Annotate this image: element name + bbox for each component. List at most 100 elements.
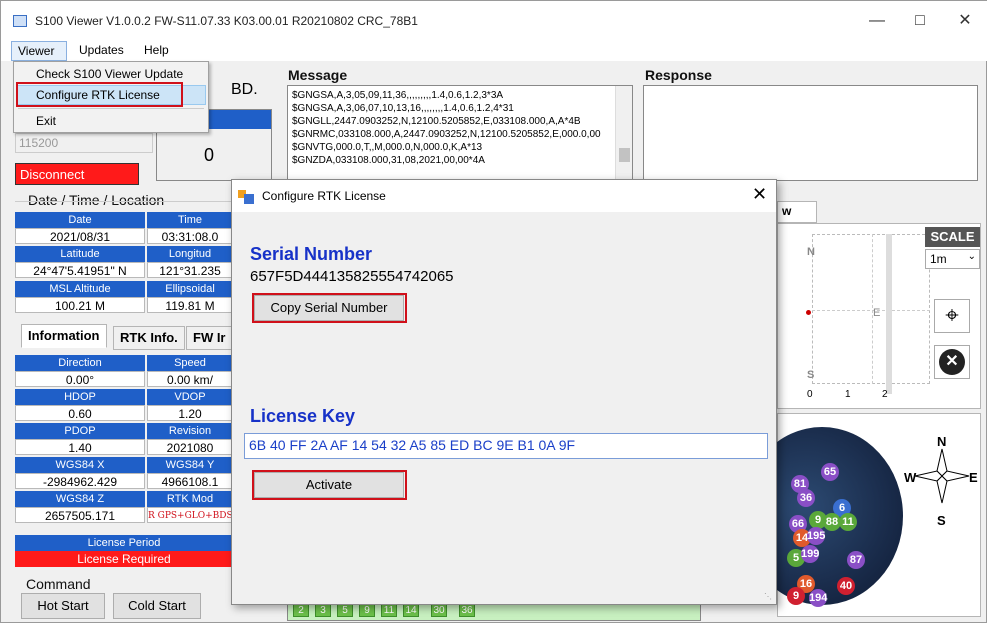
vdop-value: 1.20: [147, 405, 233, 421]
hdop-value: 0.60: [15, 405, 145, 421]
hot-start-button[interactable]: Hot Start: [21, 593, 105, 619]
main-window: S100 Viewer V1.0.0.2 FW-S11.07.33 K03.00…: [0, 0, 987, 623]
highlight-box: [16, 82, 183, 107]
close-button[interactable]: ✕: [951, 9, 979, 33]
wgs84-z-value: 2657505.171: [15, 507, 145, 523]
minimize-button[interactable]: —: [863, 9, 891, 33]
view-tab[interactable]: w: [777, 201, 817, 223]
baud-select[interactable]: 115200: [15, 133, 153, 153]
vdop-header: VDOP: [147, 389, 233, 405]
satellite-chip: 30: [431, 603, 447, 617]
dialog-title: Configure RTK License: [262, 189, 386, 203]
wgs84-z-header: WGS84 Z: [15, 491, 145, 507]
wgs84-x-value: -2984962.429: [15, 473, 145, 489]
latitude-value: 24°47'5.41951" N: [15, 262, 145, 278]
satellite-marker: 36: [797, 489, 815, 507]
plot-e-label: E: [873, 307, 881, 319]
time-header: Time: [147, 212, 233, 228]
pdop-value: 1.40: [15, 439, 145, 455]
satellite-marker: 40: [837, 577, 855, 595]
serial-number-value: 657F5D444135825554742065: [250, 268, 454, 285]
satellite-marker: 9: [787, 587, 805, 605]
disconnect-button[interactable]: Disconnect: [15, 163, 139, 185]
chevron-down-icon: ⌄: [967, 251, 976, 262]
longitude-value: 121°31.235: [147, 262, 233, 278]
revision-header: Revision: [147, 423, 233, 439]
license-key-input[interactable]: 6B 40 FF 2A AF 14 54 32 A5 85 ED BC 9E B…: [244, 433, 768, 459]
message-line: $GNZDA,033108.000,31,08,2021,00,00*4A: [292, 155, 485, 166]
menu-exit[interactable]: Exit: [36, 114, 56, 128]
wgs84-y-value: 4966108.1: [147, 473, 233, 489]
plot-s-label: S: [807, 369, 815, 381]
msl-value: 100.21 M: [15, 297, 145, 313]
resize-grip-icon[interactable]: ⋱: [764, 592, 772, 601]
menu-viewer[interactable]: Viewer: [11, 41, 67, 61]
bd-count: 0: [204, 145, 215, 165]
highlight-box: [252, 470, 407, 500]
date-header: Date: [15, 212, 145, 228]
dialog-app-icon: [238, 190, 254, 204]
date-value: 2021/08/31: [15, 228, 145, 244]
cold-start-button[interactable]: Cold Start: [113, 593, 201, 619]
direction-value: 0.00°: [15, 371, 145, 387]
menu-help[interactable]: Help: [144, 43, 169, 57]
hdop-header: HDOP: [15, 389, 145, 405]
revision-value: 2021080: [147, 439, 233, 455]
menu-bar: Viewer Updates Help: [1, 39, 987, 61]
message-scrollbar[interactable]: [615, 86, 632, 180]
satellite-marker: 199: [801, 545, 819, 563]
dtl-title: Date / Time / Location: [28, 192, 165, 208]
menu-updates[interactable]: Updates: [79, 43, 124, 57]
sky-n-label: N: [937, 434, 947, 449]
satellite-chip: 3: [315, 603, 331, 617]
satellite-marker: 87: [847, 551, 865, 569]
dialog-close-button[interactable]: ✕: [752, 184, 767, 205]
satellite-chip: 9: [359, 603, 375, 617]
clear-button[interactable]: ✕: [934, 345, 970, 379]
rtk-mode-value: R GPS+GLO+BDS: [147, 507, 233, 523]
sky-w-label: W: [904, 470, 917, 485]
satellite-chip: 5: [337, 603, 353, 617]
locate-button[interactable]: ⌖: [934, 299, 970, 333]
command-title: Command: [26, 576, 91, 592]
tab-rtk-info[interactable]: RTK Info.: [113, 326, 185, 350]
ellipsoidal-value: 119.81 M: [147, 297, 233, 313]
satellite-chip: 2: [293, 603, 309, 617]
menu-check-update[interactable]: Check S100 Viewer Update: [36, 67, 183, 81]
license-period-value: License Required: [15, 551, 233, 567]
latitude-header: Latitude: [15, 246, 145, 262]
tab-information[interactable]: Information: [21, 324, 107, 348]
response-box[interactable]: [643, 85, 978, 181]
satellite-marker: 195: [807, 527, 825, 545]
close-circle-icon: ✕: [939, 349, 965, 375]
configure-rtk-dialog: Configure RTK License ✕ Serial Number 65…: [231, 179, 777, 605]
sky-s-label: S: [937, 513, 946, 528]
maximize-button[interactable]: □: [906, 9, 934, 33]
message-line: $GNGSA,A,3,06,07,10,13,16,,,,,,,,1.4,0.6…: [292, 103, 514, 114]
satellite-marker: 194: [809, 589, 827, 607]
app-icon: [13, 15, 27, 27]
title-bar: S100 Viewer V1.0.0.2 FW-S11.07.33 K03.00…: [1, 1, 987, 39]
bd-label: BD.: [231, 81, 258, 98]
scale-select[interactable]: 1m ⌄: [925, 249, 980, 269]
message-line: $GNVTG,000.0,T,,M,000.0,N,000.0,K,A*13: [292, 142, 483, 153]
speed-value: 0.00 km/: [147, 371, 233, 387]
license-period-header: License Period: [15, 535, 233, 551]
satellite-chip: 36: [459, 603, 475, 617]
direction-header: Direction: [15, 355, 145, 371]
scale-value: 1m: [930, 252, 947, 266]
license-key-heading: License Key: [250, 406, 356, 426]
time-value: 03:31:08.0: [147, 228, 233, 244]
wgs84-x-header: WGS84 X: [15, 457, 145, 473]
highlight-box: [252, 293, 407, 323]
satellite-marker: 11: [839, 513, 857, 531]
message-line: $GNGLL,2447.0903252,N,12100.5205852,E,03…: [292, 116, 581, 127]
window-title: S100 Viewer V1.0.0.2 FW-S11.07.33 K03.00…: [35, 14, 418, 28]
message-log[interactable]: $GNGSA,A,3,05,09,11,36,,,,,,,,,1.4,0.6,1…: [287, 85, 633, 181]
message-title: Message: [288, 67, 348, 83]
plot-n-label: N: [807, 246, 815, 258]
tab-fw-info[interactable]: FW Ir: [186, 326, 234, 350]
serial-number-heading: Serial Number: [250, 244, 373, 264]
response-title: Response: [645, 67, 712, 83]
satellite-chip: 11: [381, 603, 397, 617]
